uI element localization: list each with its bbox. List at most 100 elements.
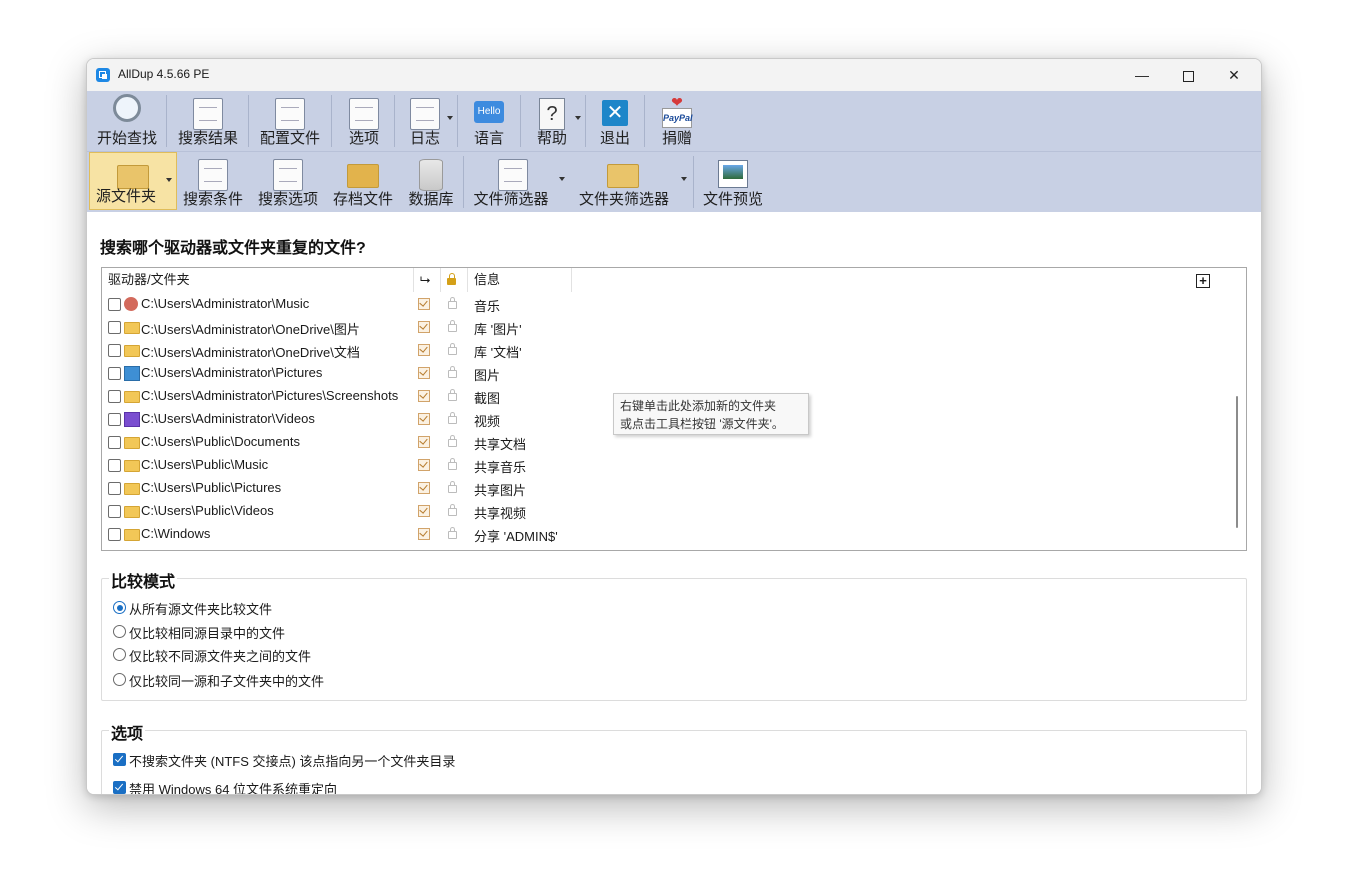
list-item[interactable]: C:\Users\Administrator\Pictures 图片 <box>102 362 1222 385</box>
lock-icon[interactable] <box>448 527 457 539</box>
folder-path: C:\Users\Public\Music <box>141 457 269 472</box>
subfolders-checkbox[interactable] <box>418 390 430 402</box>
help-question-icon: ? <box>539 98 565 130</box>
lock-icon[interactable] <box>448 481 457 493</box>
folder-info: 音乐 <box>474 299 501 314</box>
folder-icon <box>124 345 140 357</box>
row-checkbox[interactable] <box>108 436 121 449</box>
exit-button[interactable]: ✕ 退出 <box>591 91 639 151</box>
radio-button[interactable] <box>113 648 126 661</box>
row-checkbox[interactable] <box>108 528 121 541</box>
row-checkbox[interactable] <box>108 413 121 426</box>
checkbox-checked[interactable] <box>113 753 126 766</box>
row-checkbox[interactable] <box>108 459 121 472</box>
list-scrollbar[interactable] <box>1236 396 1238 528</box>
subfolders-checkbox[interactable] <box>418 321 430 333</box>
help-dropdown-arrow-icon[interactable] <box>575 116 581 120</box>
lock-icon[interactable] <box>448 366 457 378</box>
start-search-button[interactable]: 开始查找 <box>91 91 163 151</box>
checkbox-checked[interactable] <box>113 781 126 794</box>
folder-filter-dropdown-arrow-icon[interactable] <box>681 177 687 181</box>
start-search-label: 开始查找 <box>96 130 157 147</box>
file-filter-button[interactable]: 文件筛选器 <box>469 152 569 212</box>
column-header-folder[interactable]: 驱动器/文件夹 <box>102 268 414 292</box>
music-folder-icon <box>124 297 138 311</box>
list-item[interactable]: C:\Users\Public\Videos 共享视频 <box>102 500 1222 523</box>
subfolders-checkbox[interactable] <box>418 436 430 448</box>
list-item[interactable]: C:\Windows 分享 'ADMIN$' <box>102 523 1222 546</box>
list-item[interactable]: C:\Users\Public\Pictures 共享图片 <box>102 477 1222 500</box>
list-item[interactable]: C:\Users\Public\Music 共享音乐 <box>102 454 1222 477</box>
subfolders-checkbox[interactable] <box>418 528 430 540</box>
folder-filter-button[interactable]: 文件夹筛选器 <box>573 152 691 212</box>
lock-icon[interactable] <box>448 435 457 447</box>
search-criteria-button[interactable]: 搜索条件 <box>179 152 247 212</box>
profiles-button[interactable]: 配置文件 <box>253 91 327 151</box>
toolbar-separator <box>248 95 249 147</box>
lock-icon[interactable] <box>448 412 457 424</box>
row-checkbox[interactable] <box>108 367 121 380</box>
lock-icon[interactable] <box>448 458 457 470</box>
log-button[interactable]: 日志 <box>399 91 453 151</box>
log-dropdown-arrow-icon[interactable] <box>447 116 453 120</box>
column-header-lock[interactable] <box>441 268 468 292</box>
row-checkbox[interactable] <box>108 344 121 357</box>
source-folders-dropdown-arrow-icon[interactable] <box>166 178 172 182</box>
donate-button[interactable]: ❤ PayPal 捐赠 <box>649 91 705 151</box>
lock-icon[interactable] <box>448 504 457 516</box>
subfolders-checkbox[interactable] <box>418 298 430 310</box>
row-checkbox[interactable] <box>108 482 121 495</box>
list-item[interactable]: C:\Users\Administrator\Music 音乐 <box>102 293 1222 316</box>
subfolders-checkbox[interactable] <box>418 459 430 471</box>
list-item[interactable]: C:\Users\Administrator\OneDrive\图片 库 '图片… <box>102 316 1222 339</box>
help-button[interactable]: ? 帮助 <box>525 91 581 151</box>
toolbar-separator <box>520 95 521 147</box>
database-label: 数据库 <box>408 191 454 208</box>
row-checkbox[interactable] <box>108 390 121 403</box>
search-options-button[interactable]: 搜索选项 <box>253 152 323 212</box>
file-preview-icon <box>718 160 748 188</box>
search-results-button[interactable]: 搜索结果 <box>171 91 245 151</box>
radio-button-selected[interactable] <box>113 601 126 614</box>
checkbox-label: 禁用 Windows 64 位文件系统重定向 <box>129 782 338 795</box>
folder-path: C:\Users\Administrator\OneDrive\文档 <box>141 345 360 360</box>
toolbar-separator <box>644 95 645 147</box>
file-filter-dropdown-arrow-icon[interactable] <box>559 177 565 181</box>
lock-icon[interactable] <box>448 389 457 401</box>
file-preview-button[interactable]: 文件预览 <box>699 152 767 212</box>
column-header-info[interactable]: 信息 <box>468 268 572 292</box>
toolbar-separator <box>394 95 395 147</box>
profiles-label: 配置文件 <box>259 130 320 147</box>
language-label: 语言 <box>473 130 504 147</box>
list-item[interactable]: C:\Users\Administrator\OneDrive\文档 库 '文档… <box>102 339 1222 362</box>
subfolders-checkbox[interactable] <box>418 505 430 517</box>
subfolders-checkbox[interactable] <box>418 482 430 494</box>
file-filter-icon <box>498 159 528 191</box>
radio-button[interactable] <box>113 673 126 686</box>
column-header-subfolders[interactable]: ⮡ <box>414 268 441 292</box>
subfolders-checkbox[interactable] <box>418 413 430 425</box>
row-checkbox[interactable] <box>108 298 121 311</box>
add-column-plus-icon[interactable]: + <box>1196 274 1210 288</box>
lock-icon[interactable] <box>448 343 457 355</box>
lock-icon[interactable] <box>448 320 457 332</box>
minimize-button[interactable]: — <box>1119 59 1165 91</box>
radio-button[interactable] <box>113 625 126 638</box>
row-checkbox[interactable] <box>108 505 121 518</box>
toolbar-separator <box>331 95 332 147</box>
source-folders-button[interactable]: 源文件夹 <box>89 152 177 210</box>
tooltip-line: 或点击工具栏按钮 '源文件夹'。 <box>620 417 784 431</box>
subfolders-checkbox[interactable] <box>418 344 430 356</box>
close-button[interactable]: ✕ <box>1211 59 1257 91</box>
subfolders-checkbox[interactable] <box>418 367 430 379</box>
compare-mode-title: 比较模式 <box>109 568 178 592</box>
maximize-button[interactable] <box>1165 59 1211 91</box>
database-button[interactable]: 数据库 <box>403 152 459 212</box>
archive-files-button[interactable]: 存档文件 <box>329 152 397 212</box>
options-button[interactable]: 选项 <box>337 91 391 151</box>
archive-files-icon <box>347 164 379 188</box>
row-checkbox[interactable] <box>108 321 121 334</box>
language-button[interactable]: Hello 语言 <box>463 91 515 151</box>
lock-icon[interactable] <box>448 297 457 309</box>
checkbox-label: 不搜索文件夹 (NTFS 交接点) 该点指向另一个文件夹目录 <box>129 754 456 769</box>
